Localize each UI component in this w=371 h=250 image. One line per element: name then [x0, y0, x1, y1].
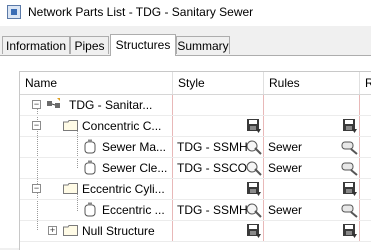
table-row[interactable]: Sewer Cle... TDG - SSCO Sewer By [20, 158, 371, 179]
part-style-icon[interactable] [246, 202, 262, 218]
column-header-style[interactable]: Style [173, 72, 264, 94]
collapse-minus-icon[interactable]: − [32, 100, 41, 109]
r-cell [360, 95, 371, 115]
name-cell: − Concentric C... [20, 116, 173, 136]
grid-header: Name Style Rules R [20, 72, 371, 95]
rules-cell [264, 116, 360, 136]
rules-cell [264, 179, 360, 199]
folder-icon [63, 225, 78, 236]
row-name: Null Structure [82, 224, 155, 238]
network-app-icon [7, 5, 21, 19]
title-bar: Network Parts List - TDG - Sanitary Sewe… [0, 0, 371, 26]
r-cell [360, 179, 371, 199]
tab-structures[interactable]: Structures [110, 34, 176, 56]
save-style-icon[interactable] [342, 223, 358, 239]
row-name: TDG - Sanitar... [69, 98, 153, 112]
name-cell: Eccentric ... [20, 200, 173, 220]
tab-summary[interactable]: Summary [176, 36, 230, 54]
name-cell: Sewer Ma... [20, 137, 173, 157]
row-name: Eccentric Cyli... [82, 182, 165, 196]
row-name: Sewer Cle... [102, 161, 168, 175]
rules-cell [264, 221, 360, 241]
table-row[interactable]: Sewer Ma... TDG - SSMH Sewer By [20, 137, 371, 158]
rules-value: Sewer [268, 140, 303, 154]
name-cell: − Eccentric Cyli... [20, 179, 173, 199]
r-cell [360, 116, 371, 136]
collapse-minus-icon[interactable]: − [32, 121, 41, 130]
style-value: TDG - SSMH [177, 203, 248, 217]
rule-set-icon[interactable] [341, 160, 359, 176]
save-style-icon[interactable] [246, 223, 262, 239]
rule-set-icon[interactable] [341, 202, 359, 218]
tab-strip: Information Pipes Structures Summary [0, 34, 371, 56]
save-style-icon[interactable] [246, 181, 262, 197]
window-title: Network Parts List - TDG - Sanitary Sewe… [28, 5, 254, 19]
table-row[interactable]: − Concentric C... [20, 116, 371, 137]
structures-panel: Name Style Rules R − TDG - Sanitar... [0, 55, 371, 250]
style-cell: TDG - SSMH [173, 137, 264, 157]
table-row[interactable]: + Null Structure [20, 221, 371, 242]
structures-grid[interactable]: Name Style Rules R − TDG - Sanitar... [19, 71, 371, 250]
style-cell [173, 116, 264, 136]
row-name: Sewer Ma... [102, 140, 167, 154]
structure-part-icon [84, 160, 96, 175]
style-value: TDG - SSCO [177, 161, 248, 175]
rules-cell: Sewer [264, 158, 360, 178]
table-row[interactable]: − Eccentric Cyli... [20, 179, 371, 200]
collapse-minus-icon[interactable]: − [32, 184, 41, 193]
tab-pipes[interactable]: Pipes [70, 36, 109, 54]
column-header-name[interactable]: Name [20, 72, 173, 94]
r-cell: By [360, 200, 371, 220]
structure-part-icon [84, 139, 96, 154]
row-name: Concentric C... [82, 119, 162, 133]
rule-set-icon[interactable] [341, 139, 359, 155]
name-cell: + Null Structure [20, 221, 173, 241]
save-style-icon[interactable] [342, 181, 358, 197]
save-style-icon[interactable] [342, 118, 358, 134]
rules-value: Sewer [268, 161, 303, 175]
rules-cell: Sewer [264, 200, 360, 220]
r-cell: By [360, 137, 371, 157]
column-header-rules[interactable]: Rules [264, 72, 360, 94]
rules-cell [264, 95, 360, 115]
style-value: TDG - SSMH [177, 140, 248, 154]
r-cell [360, 221, 371, 241]
part-style-icon[interactable] [246, 139, 262, 155]
style-cell [173, 221, 264, 241]
style-cell: TDG - SSCO [173, 158, 264, 178]
save-style-icon[interactable] [246, 118, 262, 134]
row-name: Eccentric ... [102, 203, 165, 217]
tab-information[interactable]: Information [2, 36, 70, 54]
style-cell [173, 95, 264, 115]
table-row[interactable]: − TDG - Sanitar... [20, 95, 371, 116]
style-cell: TDG - SSMH [173, 200, 264, 220]
name-cell: Sewer Cle... [20, 158, 173, 178]
structure-part-icon [84, 202, 96, 217]
rules-value: Sewer [268, 203, 303, 217]
rules-cell: Sewer [264, 137, 360, 157]
name-cell: − TDG - Sanitar... [20, 95, 173, 115]
expand-plus-icon[interactable]: + [48, 226, 57, 235]
style-cell [173, 179, 264, 199]
table-row[interactable]: Eccentric ... TDG - SSMH Sewer By [20, 200, 371, 221]
folder-icon [63, 120, 78, 131]
column-header-r[interactable]: R [360, 72, 371, 94]
folder-icon [63, 183, 78, 194]
part-style-icon[interactable] [246, 160, 262, 176]
network-icon [47, 98, 60, 108]
r-cell: By [360, 158, 371, 178]
